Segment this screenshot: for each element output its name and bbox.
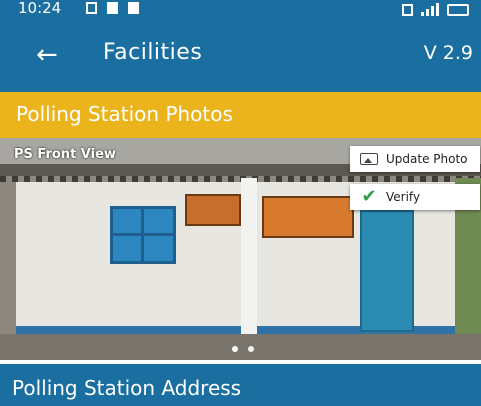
update-photo-button[interactable]: Update Photo xyxy=(350,146,480,172)
verify-label: Verify xyxy=(386,190,421,204)
section-header-address: Polling Station Address xyxy=(0,364,481,406)
section-title-photos: Polling Station Photos xyxy=(16,102,233,126)
section-title-address: Polling Station Address xyxy=(12,376,242,400)
building-door xyxy=(360,210,414,332)
building-sign-large xyxy=(262,196,354,238)
vibrate-icon xyxy=(402,4,413,16)
update-photo-label: Update Photo xyxy=(386,152,468,166)
status-time: 10:24 xyxy=(18,0,62,17)
message-icon xyxy=(128,2,139,14)
notification-icon xyxy=(86,2,97,14)
battery-icon xyxy=(447,4,469,16)
building-window xyxy=(110,206,176,264)
photo-icon xyxy=(360,153,378,165)
image-icon xyxy=(107,2,118,14)
carousel-indicator xyxy=(232,346,254,352)
page-title: Facilities xyxy=(103,40,203,65)
section-header-photos: Polling Station Photos xyxy=(0,92,481,138)
signal-icon xyxy=(421,2,439,16)
status-bar: 10:24 xyxy=(0,0,481,20)
building-sign-small xyxy=(185,194,241,226)
carousel-dot[interactable] xyxy=(232,346,238,352)
carousel-dot[interactable] xyxy=(248,346,254,352)
photo-caption: PS Front View xyxy=(14,147,116,162)
verify-button[interactable]: ✔ Verify xyxy=(350,184,480,210)
app-bar: ← Facilities V 2.9 xyxy=(0,20,481,92)
check-icon: ✔ xyxy=(361,186,377,207)
version-label: V 2.9 xyxy=(423,42,473,64)
back-arrow-icon[interactable]: ← xyxy=(36,40,58,70)
